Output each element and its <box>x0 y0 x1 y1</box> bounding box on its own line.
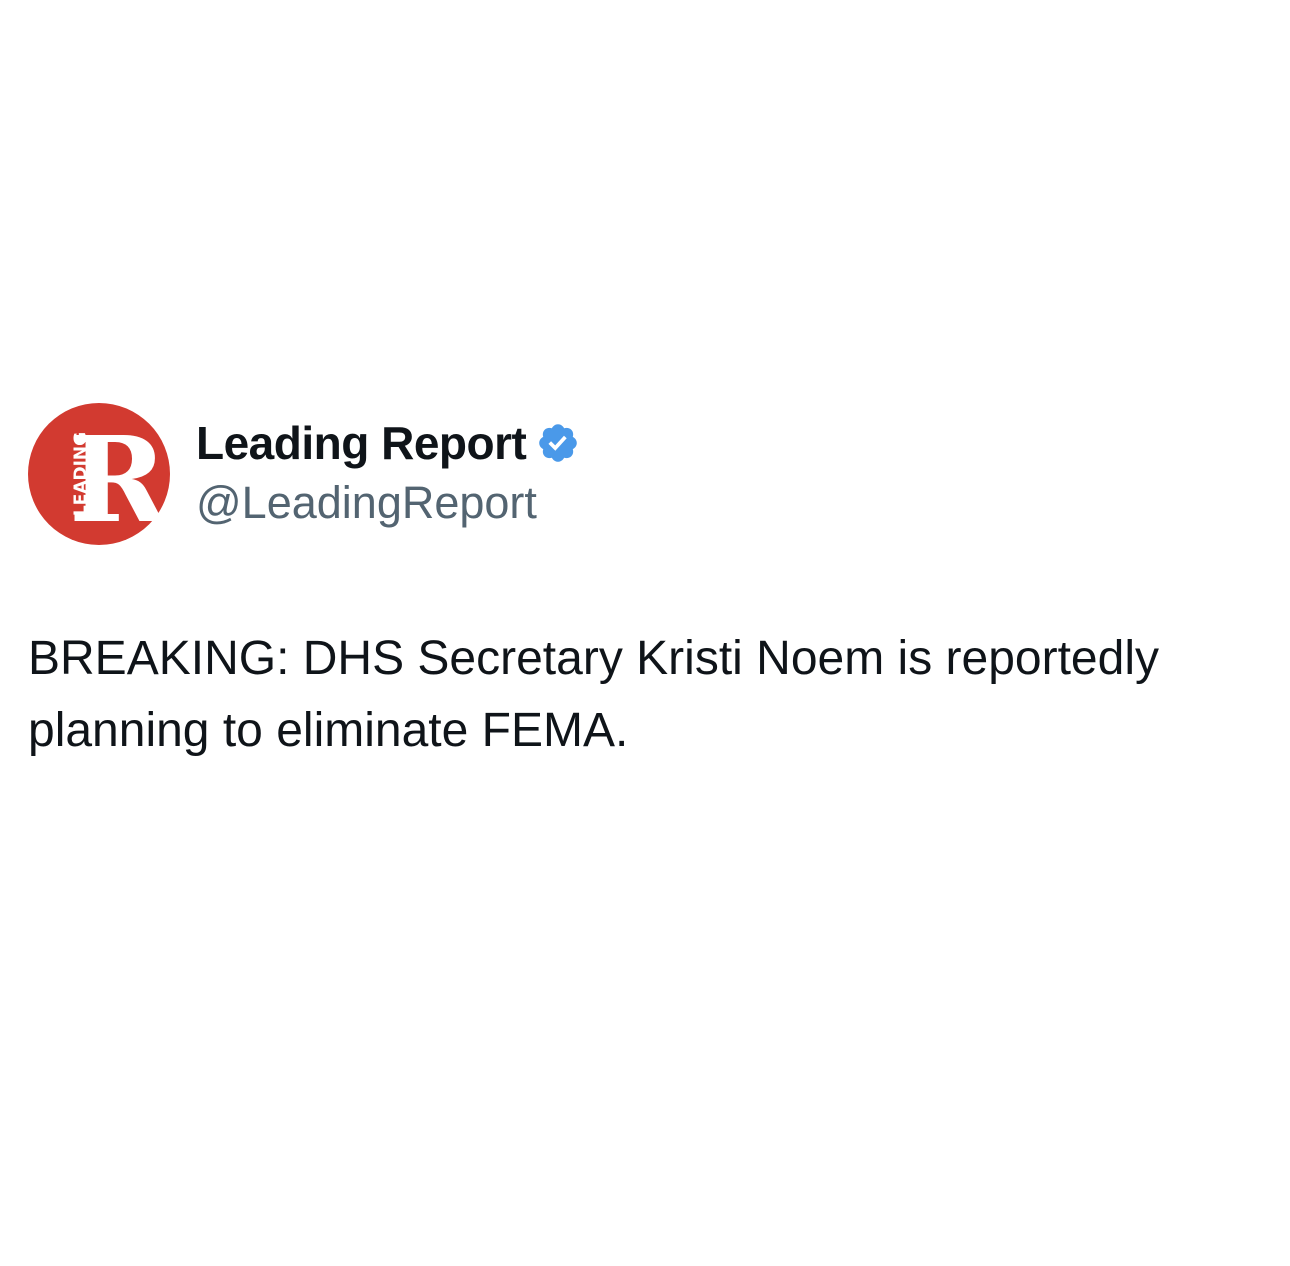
account-identity: Leading Report @LeadingReport <box>196 415 580 533</box>
tweet-text: BREAKING: DHS Secretary Kristi Noem is r… <box>28 632 1159 757</box>
tweet-header: R LEADING Leading Report @LeadingReport <box>28 402 1262 546</box>
display-name[interactable]: Leading Report <box>196 415 527 471</box>
avatar[interactable]: R LEADING <box>28 403 170 545</box>
tweet-card: R LEADING Leading Report @LeadingReport … <box>28 402 1262 767</box>
account-handle[interactable]: @LeadingReport <box>196 473 580 533</box>
avatar-logo-word: LEADING <box>71 432 91 516</box>
display-name-row: Leading Report <box>196 415 580 471</box>
verified-checkmark-icon <box>539 424 578 462</box>
